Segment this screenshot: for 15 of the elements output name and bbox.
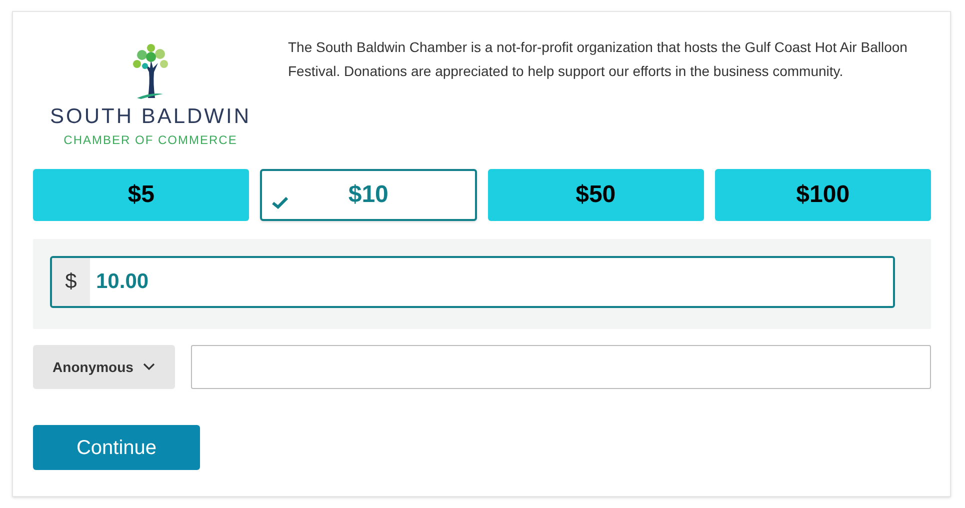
name-dropdown[interactable]: Anonymous xyxy=(33,345,175,389)
logo-subtitle: CHAMBER OF COMMERCE xyxy=(64,132,238,149)
chevron-down-icon xyxy=(143,363,156,371)
continue-button[interactable]: Continue xyxy=(33,425,200,470)
logo-wordmark: SOUTH BALDWIN xyxy=(50,106,251,127)
currency-prefix: $ xyxy=(52,258,90,306)
name-field[interactable] xyxy=(191,345,931,389)
amount-field[interactable]: $ 10.00 xyxy=(50,256,895,308)
description: The South Baldwin Chamber is a not-for-profit organization that hosts the Gulf Coast Hot Air Balloon Festival. Donations are appreciated to help support our efforts in the business community. xyxy=(288,38,908,81)
amount-button[interactable]: $10 xyxy=(260,169,476,221)
amount-button[interactable]: $5 xyxy=(33,169,250,221)
amount-button[interactable]: $50 xyxy=(488,169,704,221)
checkmark-icon xyxy=(272,197,288,209)
tree-logo-icon xyxy=(130,42,170,100)
amount-button[interactable]: $100 xyxy=(714,169,931,221)
